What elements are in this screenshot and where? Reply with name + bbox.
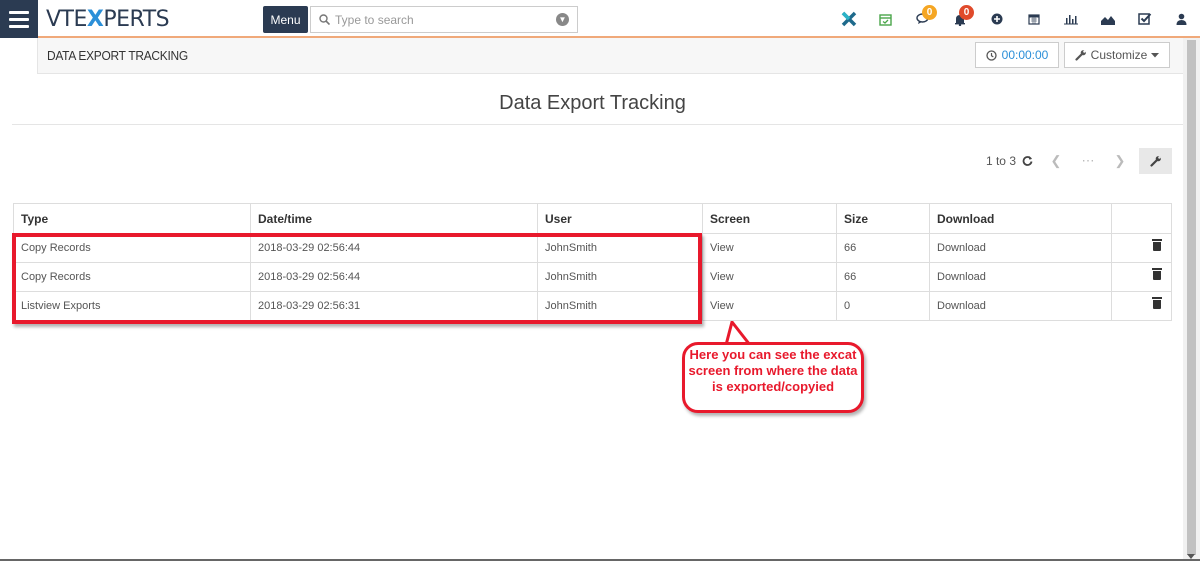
table-row: Copy Records 2018-03-29 02:56:44 JohnSmi…	[13, 262, 1172, 292]
module-header: DATA EXPORT TRACKING 00:00:00 Customize	[0, 38, 1200, 74]
download-link[interactable]: Download	[937, 300, 986, 312]
cell-size: 0	[836, 291, 930, 321]
plus-circle-icon[interactable]	[978, 0, 1015, 38]
cell-datetime: 2018-03-29 02:56:44	[250, 262, 538, 292]
search-icon	[319, 14, 330, 25]
user-icon[interactable]	[1163, 0, 1200, 38]
annotation-callout: Here you can see the excat screen from w…	[682, 342, 864, 413]
header-icons: 0 0	[830, 0, 1200, 38]
search-filter-dropdown-icon[interactable]: ▼	[556, 13, 569, 26]
clock-icon	[985, 49, 997, 61]
table-header-row: Type Date/time User Screen Size Download	[13, 203, 1172, 234]
cell-screen: View	[702, 233, 837, 263]
reports-chart-icon[interactable]	[1052, 0, 1089, 38]
cell-user: JohnSmith	[537, 262, 703, 292]
menu-button[interactable]: Menu	[263, 6, 308, 33]
top-navbar: VTEXPERTS Menu ▼ 0 0	[0, 0, 1200, 38]
notifications-badge: 0	[959, 5, 974, 20]
caret-down-icon	[1151, 52, 1160, 57]
cell-type: Listview Exports	[13, 291, 251, 321]
wrench-icon	[1075, 50, 1086, 61]
column-header-user[interactable]: User	[537, 203, 703, 234]
timer-value: 00:00:00	[1001, 48, 1049, 62]
title-divider	[12, 124, 1184, 125]
app-logo[interactable]: VTEXPERTS	[46, 7, 170, 32]
comments-icon[interactable]: 0	[904, 0, 941, 38]
bell-icon[interactable]: 0	[941, 0, 978, 38]
trash-icon[interactable]	[1152, 297, 1162, 309]
cell-size: 66	[836, 262, 930, 292]
trash-icon[interactable]	[1152, 268, 1162, 280]
cell-size: 66	[836, 233, 930, 263]
refresh-icon[interactable]	[1022, 154, 1033, 169]
cell-datetime: 2018-03-29 02:56:31	[250, 291, 538, 321]
cell-datetime: 2018-03-29 02:56:44	[250, 233, 538, 263]
cell-user: JohnSmith	[537, 233, 703, 263]
customize-label: Customize	[1090, 48, 1148, 62]
cell-screen: View	[702, 262, 837, 292]
download-link[interactable]: Download	[937, 271, 986, 283]
tasks-checkbox-icon[interactable]	[1126, 0, 1163, 38]
area-chart-icon[interactable]	[1089, 0, 1126, 38]
scrollbar-thumb[interactable]	[1187, 40, 1196, 555]
page-jump-button[interactable]: ⋯	[1075, 148, 1101, 174]
pagination: 1 to 3 ❮ ⋯ ❯	[986, 148, 1172, 174]
timer-button[interactable]: 00:00:00	[975, 42, 1059, 68]
page-scrollbar[interactable]	[1183, 38, 1200, 561]
column-header-size[interactable]: Size	[836, 203, 930, 234]
record-range: 1 to 3	[985, 154, 1016, 168]
hamburger-menu-icon[interactable]	[0, 0, 38, 38]
column-header-screen[interactable]: Screen	[702, 203, 837, 234]
module-title: DATA EXPORT TRACKING	[47, 48, 188, 63]
vtexperts-x-icon[interactable]	[830, 0, 867, 38]
global-search[interactable]: ▼	[310, 6, 578, 33]
comments-badge: 0	[922, 5, 937, 20]
table-row: Listview Exports 2018-03-29 02:56:31 Joh…	[13, 291, 1172, 321]
cell-screen: View	[702, 291, 837, 321]
calendar-check-icon[interactable]	[867, 0, 904, 38]
cell-type: Copy Records	[13, 262, 251, 292]
cell-type: Copy Records	[13, 233, 251, 263]
column-header-download[interactable]: Download	[929, 203, 1112, 234]
cell-user: JohnSmith	[537, 291, 703, 321]
trash-icon[interactable]	[1152, 239, 1162, 251]
search-input[interactable]	[335, 12, 555, 27]
list-settings-wrench-icon[interactable]	[1139, 148, 1172, 174]
customize-button[interactable]: Customize	[1064, 42, 1170, 68]
column-header-datetime[interactable]: Date/time	[250, 203, 538, 234]
table-row: Copy Records 2018-03-29 02:56:44 JohnSmi…	[13, 233, 1172, 263]
page-title: Data Export Tracking	[499, 92, 686, 114]
next-page-button[interactable]: ❯	[1107, 148, 1133, 174]
sidebar-toggle-area	[0, 38, 38, 74]
calendar-icon[interactable]	[1015, 0, 1052, 38]
export-tracking-table: Type Date/time User Screen Size Download…	[13, 203, 1172, 321]
column-header-type[interactable]: Type	[13, 203, 251, 234]
download-link[interactable]: Download	[937, 242, 986, 254]
previous-page-button[interactable]: ❮	[1043, 148, 1069, 174]
column-header-actions	[1111, 203, 1172, 234]
